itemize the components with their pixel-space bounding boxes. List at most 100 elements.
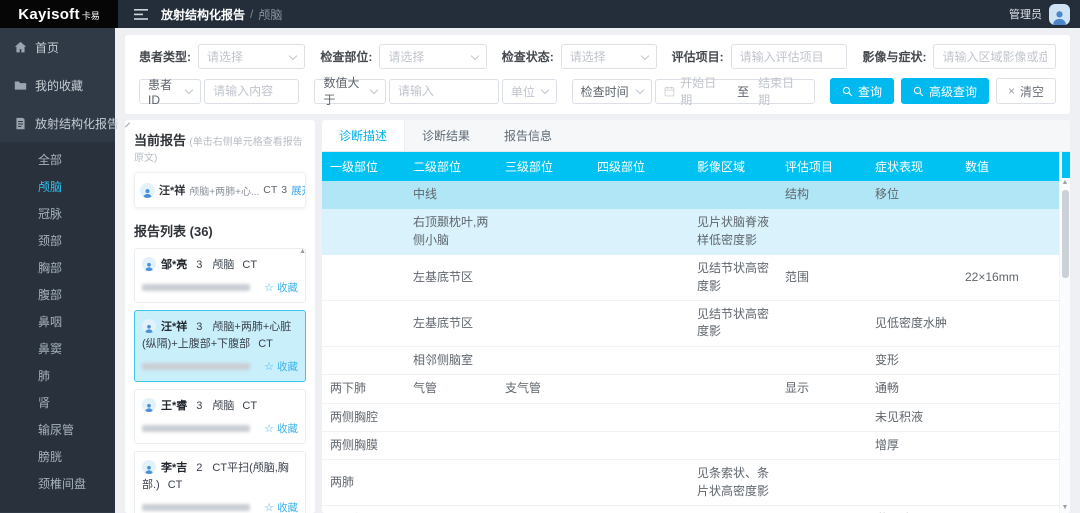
time-type-select[interactable]: 检查时间 [572, 79, 653, 104]
table-cell[interactable]: 中线 [405, 181, 497, 209]
table-cell[interactable] [689, 375, 777, 403]
table-cell[interactable] [322, 209, 405, 255]
table-cell[interactable]: 22×16mm [957, 255, 1059, 301]
table-cell[interactable] [589, 506, 689, 513]
menu-toggle-icon[interactable] [134, 9, 148, 20]
table-cell[interactable] [589, 300, 689, 346]
table-cell[interactable]: 见结节状高密度影 [689, 255, 777, 301]
patient-id-input[interactable] [213, 84, 290, 98]
table-cell[interactable] [689, 403, 777, 431]
sidebar-subitem[interactable]: 鼻咽 [0, 309, 115, 336]
report-list-item[interactable]: 汪*祥3颅脑+两肺+心脏(纵隔)+上腹部+下腹部CT ☆ 收藏 [134, 310, 306, 382]
scrollbar-thumb[interactable] [1062, 190, 1069, 278]
search-button[interactable]: 查询 [830, 78, 894, 104]
table-cell[interactable]: 两肺 [322, 460, 405, 506]
unit-select[interactable]: 单位 [502, 79, 557, 104]
table-cell[interactable] [589, 375, 689, 403]
table-cell[interactable]: 两侧胸膜 [322, 431, 405, 459]
value-compare-select[interactable]: 数值大于 [314, 79, 385, 104]
table-cell[interactable] [957, 300, 1059, 346]
table-cell[interactable] [497, 346, 589, 374]
table-cell[interactable] [322, 181, 405, 209]
table-cell[interactable] [957, 403, 1059, 431]
tab[interactable]: 诊断描述 [322, 120, 405, 151]
table-cell[interactable] [867, 460, 957, 506]
sidebar-subitem[interactable]: 胸部 [0, 255, 115, 282]
table-cell[interactable] [957, 460, 1059, 506]
table-cell[interactable]: 增厚 [867, 431, 957, 459]
table-cell[interactable] [589, 255, 689, 301]
table-cell[interactable] [867, 209, 957, 255]
table-cell[interactable]: 两肺门,纵隔 [322, 506, 405, 513]
table-cell[interactable] [497, 460, 589, 506]
table-cell[interactable]: 显示 [777, 375, 867, 403]
table-cell[interactable]: 见片状脑脊液样低密度影 [689, 209, 777, 255]
sidebar-item-structured-report[interactable]: 放射结构化报告 [0, 104, 115, 142]
table-cell[interactable] [405, 431, 497, 459]
table-cell[interactable] [589, 403, 689, 431]
table-cell[interactable]: 通畅 [867, 375, 957, 403]
advanced-search-button[interactable]: 高级查询 [901, 78, 989, 104]
table-cell[interactable]: 左基底节区 [405, 255, 497, 301]
table-cell[interactable] [689, 346, 777, 374]
report-list-item[interactable]: 王*睿3颅脑CT ☆ 收藏 [134, 389, 306, 444]
value-input[interactable] [398, 84, 490, 98]
sidebar-subitem[interactable]: 肾 [0, 390, 115, 417]
report-list-item[interactable]: 邹*亮3颅脑CT ☆ 收藏 [134, 248, 306, 303]
favorite-button[interactable]: ☆ 收藏 [264, 421, 298, 436]
table-cell[interactable]: 淋巴结显示 [867, 506, 957, 513]
current-report-card[interactable]: 汪*祥 颅脑+两肺+心... CT 3 展开 [134, 172, 306, 208]
table-cell[interactable] [689, 431, 777, 459]
table-cell[interactable]: 支气管 [497, 375, 589, 403]
clear-button[interactable]: × 清空 [996, 78, 1056, 104]
favorite-button[interactable]: ☆ 收藏 [264, 280, 298, 295]
table-cell[interactable] [405, 460, 497, 506]
tab[interactable]: 报告信息 [487, 120, 569, 151]
scroll-up-icon[interactable]: ▲ [299, 248, 306, 255]
table-cell[interactable]: 两侧胸腔 [322, 403, 405, 431]
table-cell[interactable] [867, 255, 957, 301]
table-cell[interactable] [405, 403, 497, 431]
table-cell[interactable] [589, 431, 689, 459]
table-cell[interactable] [777, 300, 867, 346]
table-cell[interactable]: 相邻侧脑室 [405, 346, 497, 374]
table-cell[interactable]: 见低密度水肿 [867, 300, 957, 346]
table-cell[interactable] [689, 181, 777, 209]
sidebar-subitem[interactable]: 颈部 [0, 228, 115, 255]
table-cell[interactable] [777, 431, 867, 459]
table-cell[interactable]: 见结节状高密度影 [689, 300, 777, 346]
table-cell[interactable] [497, 209, 589, 255]
table-cell[interactable] [589, 346, 689, 374]
table-cell[interactable] [589, 460, 689, 506]
scroll-down-icon[interactable]: ▼ [1062, 503, 1069, 513]
table-cell[interactable] [497, 255, 589, 301]
table-cell[interactable]: 结构 [777, 181, 867, 209]
table-cell[interactable] [777, 403, 867, 431]
sidebar-subitem[interactable]: 颈椎间盘 [0, 471, 115, 498]
sidebar-subitem[interactable]: 冠脉 [0, 201, 115, 228]
breadcrumb-root[interactable]: 放射结构化报告 [161, 6, 245, 23]
patient-type-select[interactable]: 请选择 [198, 44, 305, 69]
table-cell[interactable] [777, 346, 867, 374]
table-cell[interactable] [322, 255, 405, 301]
table-cell[interactable]: 未见积液 [867, 403, 957, 431]
sidebar-subitem[interactable]: 全部 [0, 147, 115, 174]
tab[interactable]: 诊断结果 [405, 120, 487, 151]
sidebar-item-favorites[interactable]: 我的收藏 [0, 66, 115, 104]
table-cell[interactable]: 移位 [867, 181, 957, 209]
date-range-picker[interactable]: 开始日期 至 结束日期 [655, 79, 815, 104]
table-scrollbar[interactable]: ▲ ▼ [1059, 152, 1070, 513]
report-list-item[interactable]: 李*吉2CT平扫(颅脑,胸部.)CT ☆ 收藏 [134, 451, 306, 513]
table-cell[interactable] [497, 403, 589, 431]
table-cell[interactable] [957, 431, 1059, 459]
table-cell[interactable]: 左基底节区 [405, 300, 497, 346]
table-cell[interactable] [957, 209, 1059, 255]
sidebar-subitem[interactable]: 腹部 [0, 282, 115, 309]
table-cell[interactable]: 见条索状、条片状高密度影 [689, 460, 777, 506]
favorite-button[interactable]: ☆ 收藏 [264, 500, 298, 513]
table-cell[interactable] [589, 181, 689, 209]
sidebar-subitem[interactable]: 输尿管 [0, 417, 115, 444]
table-cell[interactable] [497, 300, 589, 346]
user-avatar[interactable] [1049, 4, 1070, 25]
patient-id-select[interactable]: 患者ID [139, 79, 201, 104]
